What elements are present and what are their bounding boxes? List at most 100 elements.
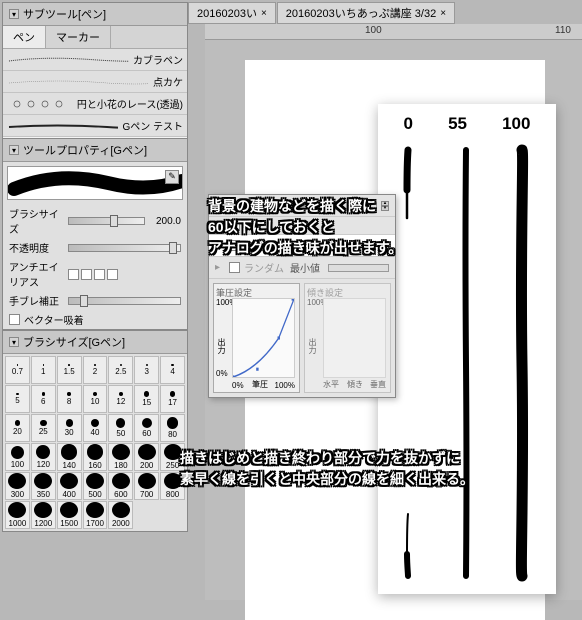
brush-item[interactable]: カブラペン xyxy=(3,49,187,71)
doc-tab-2[interactable]: 20160203いちあっぷ講座 3/32 × xyxy=(277,2,455,24)
size-label: 300 xyxy=(11,490,24,499)
size-cell[interactable]: 700 xyxy=(134,472,159,500)
size-cell[interactable]: 12 xyxy=(108,385,133,413)
graph-canvas[interactable] xyxy=(323,298,386,378)
size-label: 140 xyxy=(62,461,75,470)
size-cell[interactable]: 10 xyxy=(83,385,108,413)
size-cell[interactable]: 2.5 xyxy=(108,356,133,384)
brush-preview xyxy=(7,75,149,89)
size-dot xyxy=(61,444,76,459)
size-cell[interactable]: 100 xyxy=(5,443,30,471)
stroke-svg xyxy=(378,144,556,584)
size-cell[interactable]: 30 xyxy=(57,414,82,442)
close-icon[interactable]: × xyxy=(261,8,267,19)
panel-menu-icon[interactable]: ▾ xyxy=(9,9,19,19)
axis-tick: 100% xyxy=(275,381,295,390)
panel-title-bar[interactable]: ▾ サブツール[ペン] xyxy=(3,3,187,26)
size-label: 100 xyxy=(11,460,24,469)
panel-title: サブツール[ペン] xyxy=(23,6,106,22)
size-cell[interactable]: 350 xyxy=(31,472,56,500)
prop-label: 手ブレ補正 xyxy=(9,293,64,308)
size-cell[interactable]: 80 xyxy=(160,414,185,442)
tab-pen[interactable]: ペン xyxy=(3,26,46,48)
random-min-slider[interactable] xyxy=(328,264,389,272)
size-cell[interactable]: 2 xyxy=(83,356,108,384)
prop-vector[interactable]: ベクター吸着 xyxy=(3,310,187,329)
doc-tab-1[interactable]: 20160203い × xyxy=(188,2,276,24)
graph-row: 筆圧設定 100% 出力 0% 0% 筆圧 100% 傾き設定 100% 出力 … xyxy=(209,279,395,397)
graph-canvas[interactable] xyxy=(232,298,295,378)
size-cell[interactable]: 600 xyxy=(108,472,133,500)
annotation-top: 背景の建物などを描く際に60以下にしておくとアナログの描き味が出せます。 xyxy=(208,196,402,259)
prop-antialias[interactable]: アンチエイリアス xyxy=(3,257,187,291)
size-cell[interactable]: 5 xyxy=(5,385,30,413)
size-cell[interactable]: 60 xyxy=(134,414,159,442)
tilt-graph[interactable]: 傾き設定 100% 出力 水平 傾き 垂直 xyxy=(304,283,391,393)
expand-icon[interactable]: ▸ xyxy=(215,262,225,273)
prop-stabilize[interactable]: 手ブレ補正 xyxy=(3,291,187,310)
size-cell[interactable]: 400 xyxy=(57,472,82,500)
size-dot xyxy=(138,444,156,460)
aa-option[interactable] xyxy=(107,269,118,280)
size-cell[interactable]: 50 xyxy=(108,414,133,442)
size-dot xyxy=(112,444,129,460)
aa-option[interactable] xyxy=(81,269,92,280)
size-label: 10 xyxy=(91,397,100,406)
prop-label: ベクター吸着 xyxy=(24,312,84,327)
size-cell[interactable]: 200 xyxy=(134,443,159,471)
brushsize-slider[interactable] xyxy=(68,217,145,225)
stabilize-slider[interactable] xyxy=(68,297,181,305)
panel-title-bar[interactable]: ▾ ツールプロパティ[Gペン] xyxy=(3,139,187,162)
brush-label: Gペン テスト xyxy=(122,118,183,133)
size-cell[interactable]: 17 xyxy=(160,385,185,413)
aa-option[interactable] xyxy=(68,269,79,280)
brush-item[interactable]: Gペン テスト xyxy=(3,115,187,137)
size-label: 180 xyxy=(114,461,127,470)
size-cell[interactable]: 1200 xyxy=(31,501,56,529)
close-icon[interactable]: × xyxy=(440,8,446,19)
size-cell[interactable]: 1700 xyxy=(83,501,108,529)
tab-marker[interactable]: マーカー xyxy=(46,26,111,48)
size-cell[interactable]: 1000 xyxy=(5,501,30,529)
tab-label: 20160203い xyxy=(197,5,257,21)
aa-option[interactable] xyxy=(94,269,105,280)
panel-title-bar[interactable]: ▾ ブラシサイズ[Gペン] xyxy=(3,331,187,354)
size-cell[interactable]: 2000 xyxy=(108,501,133,529)
size-cell[interactable]: 140 xyxy=(57,443,82,471)
panel-menu-icon[interactable]: ▾ xyxy=(9,337,19,347)
prop-brushsize[interactable]: ブラシサイズ 200.0 xyxy=(3,204,187,238)
size-cell[interactable]: 1 xyxy=(31,356,56,384)
opacity-slider[interactable] xyxy=(68,244,181,252)
size-cell[interactable]: 300 xyxy=(5,472,30,500)
stroke-label-0: 0 xyxy=(404,114,413,134)
vector-checkbox[interactable] xyxy=(9,314,20,325)
size-cell[interactable]: 15 xyxy=(134,385,159,413)
size-cell[interactable]: 20 xyxy=(5,414,30,442)
size-cell[interactable]: 180 xyxy=(108,443,133,471)
wrench-icon[interactable]: ✎ xyxy=(165,170,179,184)
panel-menu-icon[interactable]: ▾ xyxy=(9,145,19,155)
size-cell[interactable]: 1.5 xyxy=(57,356,82,384)
size-cell[interactable]: 120 xyxy=(31,443,56,471)
size-cell[interactable]: 8 xyxy=(57,385,82,413)
prop-label: ブラシサイズ xyxy=(9,206,64,236)
brush-item[interactable]: 点カケ xyxy=(3,71,187,93)
size-dot xyxy=(146,364,148,366)
random-checkbox[interactable] xyxy=(229,262,240,273)
size-dot xyxy=(17,364,18,365)
size-cell[interactable]: 25 xyxy=(31,414,56,442)
size-cell[interactable]: 500 xyxy=(83,472,108,500)
prop-opacity[interactable]: 不透明度 xyxy=(3,238,187,257)
brush-item[interactable]: 円と小花のレース(透過) xyxy=(3,93,187,115)
size-cell[interactable]: 6 xyxy=(31,385,56,413)
pressure-graph[interactable]: 筆圧設定 100% 出力 0% 0% 筆圧 100% xyxy=(213,283,300,393)
size-dot xyxy=(60,502,78,518)
size-label: 5 xyxy=(15,396,19,405)
size-cell[interactable]: 3 xyxy=(134,356,159,384)
size-cell[interactable]: 1500 xyxy=(57,501,82,529)
size-cell[interactable]: 40 xyxy=(83,414,108,442)
size-dot xyxy=(120,364,122,366)
size-cell[interactable]: 0.7 xyxy=(5,356,30,384)
size-cell[interactable]: 4 xyxy=(160,356,185,384)
size-cell[interactable]: 160 xyxy=(83,443,108,471)
